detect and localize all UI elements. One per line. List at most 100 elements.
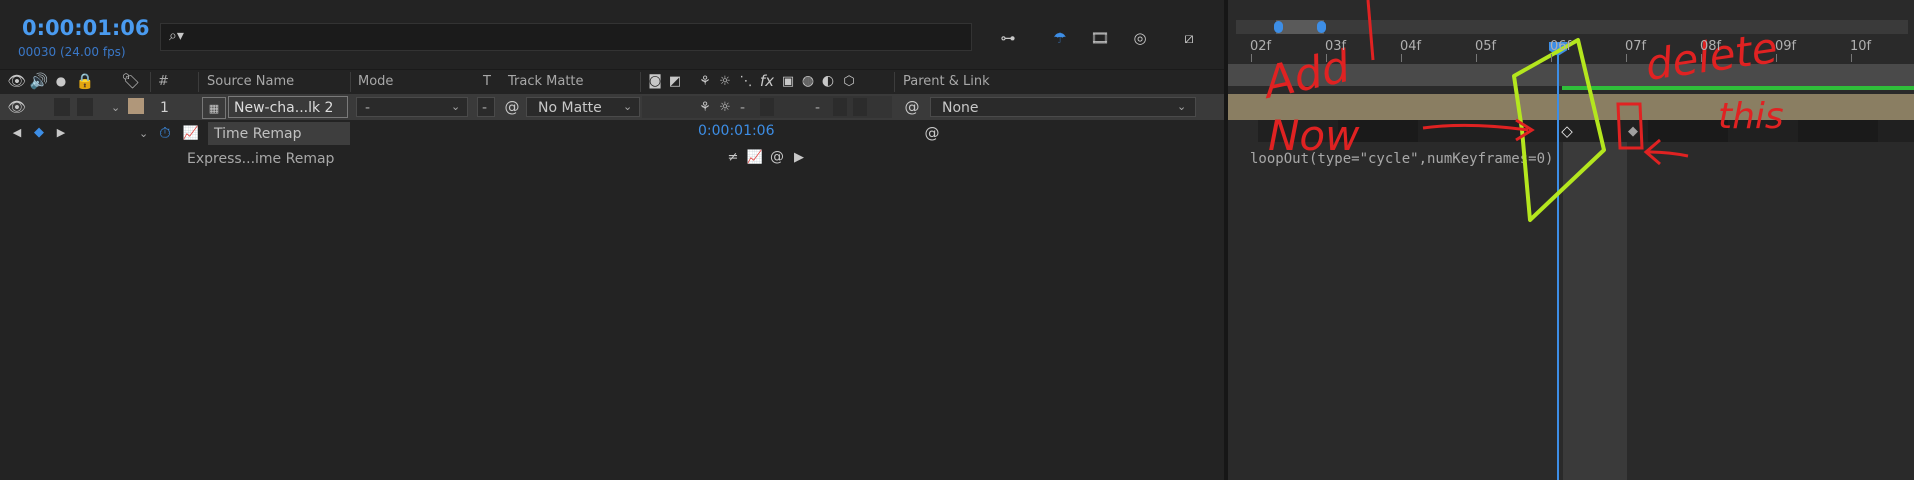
fx-switch-icon: fx [759, 71, 775, 90]
next-keyframe-icon[interactable]: ▶ [54, 124, 68, 140]
expression-pickwhip-icon[interactable]: @ [768, 148, 786, 166]
frame-blending-icon[interactable]: 🎞 [1088, 26, 1112, 50]
layer-label-color[interactable] [128, 98, 144, 114]
expression-pickwhip-icon[interactable]: @ [922, 123, 942, 143]
quality-switch-icon: ⚘ [699, 73, 711, 89]
ruler-tick-label: 10f [1850, 39, 1872, 54]
mode-dropdown[interactable]: - ⌄ [356, 97, 468, 117]
switch-slot[interactable] [833, 98, 847, 116]
ruler-tick-mark [1476, 54, 1477, 62]
motion-blur-icon[interactable]: ◎ [1128, 26, 1152, 50]
layer-motion-blur-switch[interactable]: - [815, 101, 820, 115]
frame-info: 00030 (24.00 fps) [18, 45, 126, 59]
column-number: # [158, 74, 169, 89]
adjustment-layer-icon: ◍ [801, 73, 815, 89]
property-expand-chevron-icon[interactable]: ⌄ [139, 127, 148, 140]
layer-quality-switch-icon[interactable]: ☼ [716, 98, 734, 116]
time-remap-value[interactable]: 0:00:01:06 [698, 124, 775, 138]
ruler-tick-label: 03f [1325, 39, 1347, 54]
cube-icon: ⬡ [843, 73, 855, 89]
composition-flowchart-icon[interactable]: ⊶ [996, 26, 1020, 50]
switch-slot[interactable] [853, 98, 867, 116]
motion-blur-switch-icon: ▣ [781, 73, 795, 89]
annotation-delete: delete [1643, 23, 1781, 90]
expression-row[interactable] [0, 147, 1224, 171]
column-header-row [0, 69, 1224, 94]
column-mode: Mode [358, 74, 394, 89]
column-source-name[interactable]: Source Name [207, 75, 294, 88]
track-matte-dropdown[interactable]: No Matte ⌄ [526, 97, 640, 117]
switch-slot[interactable] [760, 98, 774, 116]
property-name: Time Remap [214, 126, 302, 142]
preserve-transparency-toggle[interactable]: - [477, 97, 495, 117]
property-name-field[interactable]: Time Remap [208, 122, 350, 145]
layer-expand-chevron-icon[interactable]: ⌄ [111, 101, 120, 114]
collapse-switch-icon: ◩ [668, 73, 682, 89]
red-stroke-annotation [1366, 0, 1375, 61]
search-icon: ⌕▾ [169, 28, 184, 44]
graph-editor-icon[interactable]: ⧄ [1177, 26, 1201, 50]
annotation-this: this [1718, 96, 1784, 137]
layer-effect-switch[interactable]: - [740, 101, 745, 115]
stopwatch-icon[interactable]: ⏱ [155, 123, 175, 143]
timeline-area[interactable]: ◇ ◆ loopOut(type="cycle",numKeyframes=0)… [1228, 0, 1914, 480]
chevron-down-icon: ⌄ [1177, 100, 1187, 113]
ruler-tick-mark [1326, 54, 1327, 62]
expression-enable-icon[interactable]: ≠ [724, 148, 742, 166]
layer-number: 1 [160, 100, 169, 116]
preserve-transparency-value: - [482, 100, 488, 116]
annotation-now: Now [1268, 111, 1360, 160]
layer-list-empty-area[interactable] [0, 171, 1224, 480]
video-visibility-icon: 👁 [7, 71, 27, 90]
ruler-tick-label: 06f [1550, 39, 1572, 54]
draft-3d-icon[interactable]: ☂ [1048, 26, 1072, 50]
previous-keyframe-icon[interactable]: ◀ [10, 124, 24, 140]
parent-value: None [942, 100, 979, 116]
ruler-tick-label: 04f [1400, 39, 1422, 54]
current-timecode[interactable]: 0:00:01:06 [22, 18, 149, 39]
ruler-tick-mark [1701, 54, 1702, 62]
add-keyframe-icon[interactable]: ◆ [32, 124, 46, 140]
shy-switch-icon: ◙ [648, 73, 662, 89]
ruler-tick-mark [1776, 54, 1777, 62]
effect-switch-icon: ☼ [719, 73, 731, 89]
expression-label: Express...ime Remap [187, 151, 335, 167]
red-box-annotation [1616, 102, 1644, 150]
layer-name: New-cha...lk 2 [234, 100, 334, 116]
red-arrow-right-annotation [1422, 123, 1529, 132]
graph-icon[interactable]: 📈 [181, 123, 201, 143]
three-d-layer-icon: ◐ [821, 73, 835, 89]
ruler-tick-label: 02f [1250, 39, 1272, 54]
chevron-down-icon: ⌄ [451, 100, 461, 113]
chevron-down-icon: ⌄ [623, 100, 633, 113]
label-tag-icon: 🏷 [121, 71, 141, 90]
ruler-tick-mark [1851, 54, 1852, 62]
ruler-tick-label: 09f [1775, 39, 1797, 54]
ruler-tick-mark [1551, 54, 1552, 62]
search-input[interactable] [201, 27, 965, 49]
layer-visibility-icon[interactable]: 👁 [7, 98, 26, 116]
ruler-tick-mark [1251, 54, 1252, 62]
layer-shy-switch-icon[interactable]: ⚘ [696, 98, 714, 116]
track-matte-value: No Matte [538, 100, 602, 116]
audio-icon: 🔊 [29, 71, 49, 90]
ruler-tick-label: 08f [1700, 39, 1722, 54]
expression-language-menu-icon[interactable]: ▶ [790, 148, 808, 166]
column-track-matte: Track Matte [508, 74, 584, 89]
search-field[interactable]: ⌕▾ [160, 23, 972, 51]
parent-pickwhip-icon[interactable]: @ [902, 98, 922, 116]
red-arrow-left-annotation [1647, 150, 1689, 158]
column-t: T [483, 74, 491, 89]
layer-name-field[interactable]: New-cha...lk 2 [228, 96, 348, 118]
column-parent-link: Parent & Link [903, 74, 990, 89]
audio-toggle-slot[interactable] [54, 98, 70, 116]
parent-dropdown[interactable]: None ⌄ [930, 97, 1196, 117]
frame-blend-switch-icon: ⋱ [739, 73, 753, 89]
solo-toggle-slot[interactable] [77, 98, 93, 116]
track-matte-pickwhip-icon[interactable]: @ [502, 98, 522, 116]
solo-icon: ● [55, 74, 67, 88]
lock-icon: 🔒 [75, 71, 95, 90]
mode-value: - [365, 100, 371, 116]
expression-graph-icon[interactable]: 📈 [746, 148, 764, 166]
ruler-tick-label: 07f [1625, 39, 1647, 54]
